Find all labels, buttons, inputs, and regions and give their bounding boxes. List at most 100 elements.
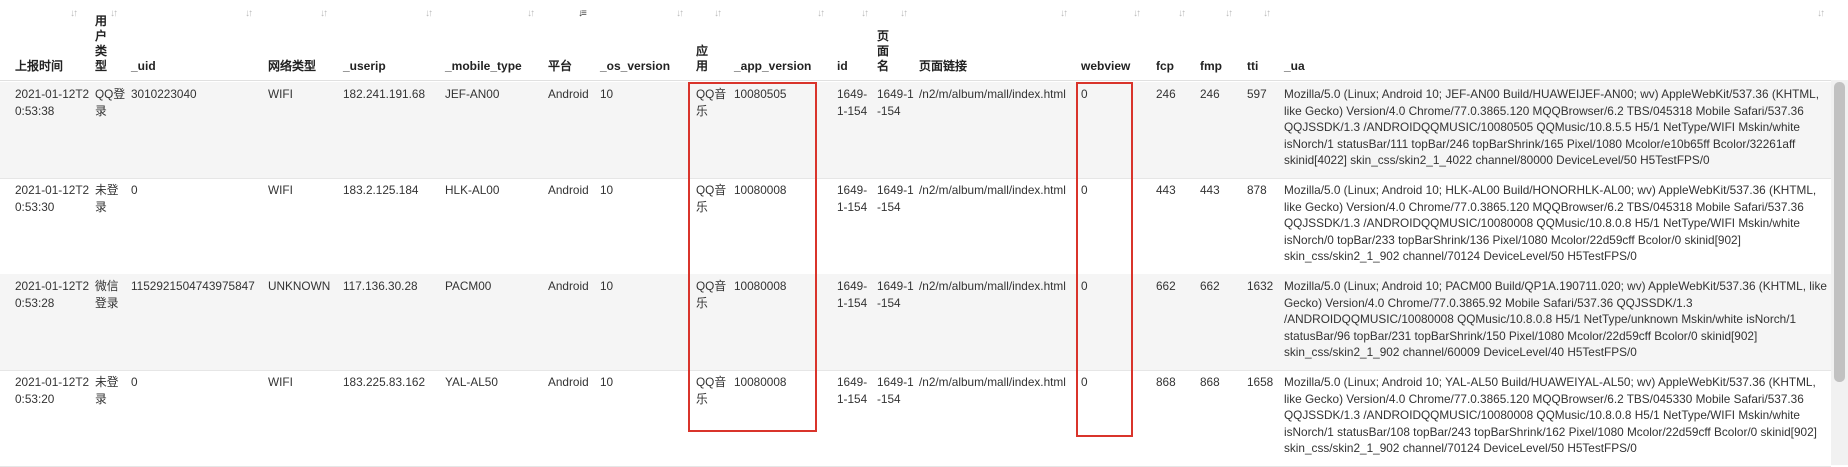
cell-app-version: 10080008: [734, 279, 787, 293]
column-header-fmp[interactable]: fmp: [1200, 59, 1222, 74]
column-header-webview[interactable]: webview: [1081, 59, 1130, 74]
cell-userip: 183.2.125.184: [343, 183, 419, 197]
cell-app-version: 10080505: [734, 87, 787, 101]
cell-platform: Android: [548, 87, 589, 101]
sort-icon[interactable]: ↓↑: [1225, 8, 1233, 19]
sort-icon[interactable]: ↓↑: [425, 8, 433, 19]
column-header-user_type[interactable]: 用户类型: [95, 14, 109, 74]
cell-mobile-type: YAL-AL50: [445, 375, 498, 389]
cell-platform: Android: [548, 375, 589, 389]
table-row[interactable]: 2021-01-12T20:53:30 未登录 0 WIFI 183.2.125.184…: [0, 178, 1831, 275]
cell-fcp: 246: [1156, 87, 1176, 101]
column-header-uid[interactable]: _uid: [131, 59, 156, 74]
column-header-fcp[interactable]: fcp: [1156, 59, 1174, 74]
cell-tti: 1632: [1247, 279, 1274, 293]
cell-userip: 117.136.30.28: [343, 279, 418, 293]
column-header-mobile_type[interactable]: _mobile_type: [445, 59, 522, 74]
sort-icon[interactable]: ↓↑: [527, 8, 535, 19]
cell-fcp: 868: [1156, 375, 1176, 389]
table-row[interactable]: 2021-01-12T20:53:28 微信登录 11529215047439758…: [0, 274, 1831, 371]
cell-fmp: 443: [1200, 183, 1220, 197]
scrollbar-thumb[interactable]: [1834, 82, 1845, 382]
cell-page-name: 1649-1-154: [877, 279, 914, 310]
cell-report-time: 2021-01-12T20:53:30: [15, 183, 90, 214]
column-header-app[interactable]: 应用: [696, 44, 710, 74]
cell-page-link: /n2/m/album/mall/index.html: [919, 183, 1066, 197]
cell-network: WIFI: [268, 375, 293, 389]
cell-ua: Mozilla/5.0 (Linux; Android 10; HLK-AL00…: [1284, 183, 1817, 263]
table-row[interactable]: 2021-01-12T20:53:38 QQ登录 3010223040 WIFI 182…: [0, 82, 1831, 179]
cell-user-type: 微信登录: [95, 279, 119, 310]
cell-fmp: 246: [1200, 87, 1220, 101]
cell-app: QQ音乐: [696, 183, 727, 214]
cell-os-version: 10: [600, 183, 614, 197]
column-header-network[interactable]: 网络类型: [268, 59, 316, 74]
sort-icon[interactable]: ↓↑: [1817, 8, 1825, 19]
cell-mobile-type: PACM00: [445, 279, 492, 293]
cell-os-version: 10: [600, 87, 614, 101]
cell-ua: Mozilla/5.0 (Linux; Android 10; YAL-AL50…: [1284, 375, 1817, 455]
sort-icon[interactable]: ↓↑: [900, 8, 908, 19]
column-header-userip[interactable]: _userip: [343, 59, 386, 74]
cell-id: 1649-1-154: [837, 279, 868, 310]
column-header-id[interactable]: id: [837, 59, 848, 74]
sort-icon[interactable]: ↓↑: [110, 8, 118, 19]
cell-user-type: 未登录: [95, 183, 119, 214]
cell-mobile-type: JEF-AN00: [445, 87, 500, 101]
cell-report-time: 2021-01-12T20:53:28: [15, 279, 90, 310]
sort-icon[interactable]: ↓↑: [320, 8, 328, 19]
cell-network: WIFI: [268, 87, 293, 101]
sort-icon[interactable]: ↓↑: [861, 8, 869, 19]
cell-webview: 0: [1081, 375, 1088, 389]
cell-uid: 0: [131, 375, 138, 389]
sort-icon[interactable]: ↓↑: [714, 8, 722, 19]
cell-tti: 878: [1247, 183, 1267, 197]
cell-ua: Mozilla/5.0 (Linux; Android 10; JEF-AN00…: [1284, 87, 1820, 167]
sort-icon[interactable]: ↓↑: [245, 8, 253, 19]
table-header: 上报时间 ↓↑ 用户类型 ↓↑ _uid ↓↑ 网络类型 ↓↑ _userip ↓↑ _mobile…: [0, 0, 1831, 81]
vertical-scrollbar[interactable]: [1831, 80, 1848, 465]
cell-id: 1649-1-154: [837, 183, 868, 214]
cell-webview: 0: [1081, 183, 1088, 197]
cell-ua: Mozilla/5.0 (Linux; Android 10; PACM00 B…: [1284, 279, 1827, 359]
cell-network: WIFI: [268, 183, 293, 197]
column-header-platform[interactable]: 平台: [548, 59, 572, 74]
column-header-page_name[interactable]: 页面名: [877, 29, 891, 74]
cell-fcp: 662: [1156, 279, 1176, 293]
sort-icon[interactable]: ↓↑: [1263, 8, 1271, 19]
sort-icon[interactable]: ↓↑: [1060, 8, 1068, 19]
column-header-os_version[interactable]: _os_version: [600, 59, 670, 74]
cell-page-name: 1649-1-154: [877, 375, 914, 406]
cell-app: QQ音乐: [696, 375, 727, 406]
cell-uid: 0: [131, 183, 138, 197]
cell-app-version: 10080008: [734, 183, 787, 197]
cell-platform: Android: [548, 183, 589, 197]
sort-icon[interactable]: ↓↑: [1133, 8, 1141, 19]
sort-icon[interactable]: ↓↑: [676, 8, 684, 19]
column-header-report_time[interactable]: 上报时间: [15, 59, 63, 74]
cell-report-time: 2021-01-12T20:53:38: [15, 87, 90, 118]
sort-icon[interactable]: ↓↑: [817, 8, 825, 19]
cell-report-time: 2021-01-12T20:53:20: [15, 375, 90, 406]
cell-userip: 183.225.83.162: [343, 375, 426, 389]
sort-icon[interactable]: ↓↑: [1178, 8, 1186, 19]
cell-id: 1649-1-154: [837, 87, 868, 118]
cell-app: QQ音乐: [696, 279, 727, 310]
cell-page-link: /n2/m/album/mall/index.html: [919, 279, 1066, 293]
table-row[interactable]: 2021-01-12T20:53:20 未登录 0 WIFI 183.225.83.16…: [0, 370, 1831, 467]
cell-uid: 1152921504743975847: [131, 279, 255, 293]
column-header-ua[interactable]: _ua: [1284, 59, 1305, 74]
sort-icon[interactable]: ↓↑: [70, 8, 78, 19]
sort-desc-icon[interactable]: ↓≡: [578, 8, 587, 19]
cell-platform: Android: [548, 279, 589, 293]
data-table: 上报时间 ↓↑ 用户类型 ↓↑ _uid ↓↑ 网络类型 ↓↑ _userip ↓↑ _mobile…: [0, 0, 1848, 467]
column-header-tti[interactable]: tti: [1247, 59, 1258, 74]
column-header-page_link[interactable]: 页面链接: [919, 59, 967, 74]
cell-user-type: QQ登录: [95, 87, 126, 118]
cell-tti: 1658: [1247, 375, 1274, 389]
cell-page-link: /n2/m/album/mall/index.html: [919, 375, 1066, 389]
column-header-app_version[interactable]: _app_version: [734, 59, 811, 74]
cell-os-version: 10: [600, 279, 614, 293]
cell-fmp: 868: [1200, 375, 1220, 389]
cell-userip: 182.241.191.68: [343, 87, 426, 101]
